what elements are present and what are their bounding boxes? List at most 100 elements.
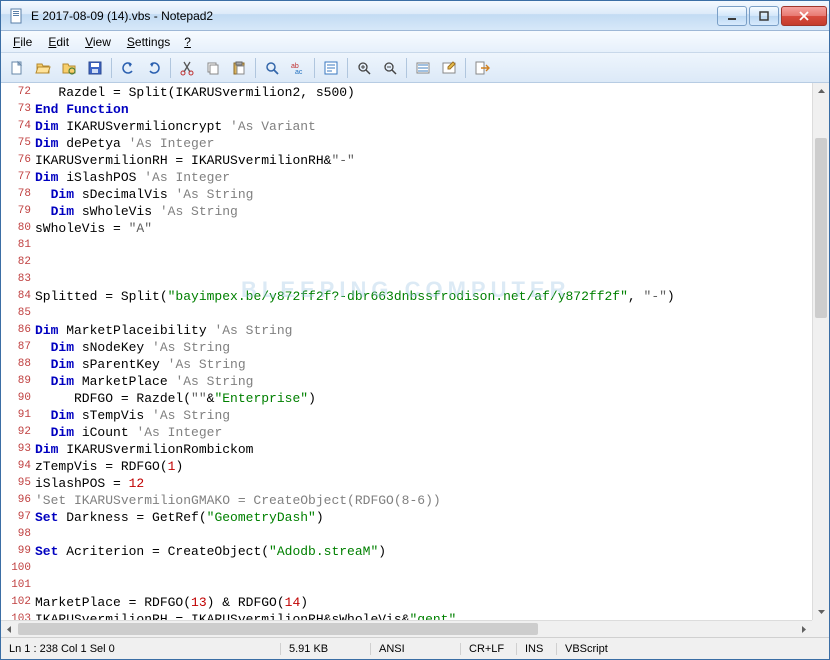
code-text[interactable]: Dim sParentKey 'As String [35, 356, 246, 373]
code-text[interactable]: End Function [35, 101, 129, 118]
zoom-out-icon[interactable] [378, 56, 402, 80]
scroll-down-icon[interactable] [813, 603, 829, 620]
code-line[interactable]: 101 [1, 577, 812, 594]
exit-icon[interactable] [470, 56, 494, 80]
code-text[interactable]: Dim IKARUSvermilionRombickom [35, 441, 253, 458]
redo-icon[interactable] [142, 56, 166, 80]
save-icon[interactable] [83, 56, 107, 80]
code-line[interactable]: 86Dim MarketPlaceibility 'As String [1, 322, 812, 339]
code-line[interactable]: 80sWholeVis = "A" [1, 220, 812, 237]
code-text[interactable]: Set Darkness = GetRef("GeometryDash") [35, 509, 324, 526]
code-line[interactable]: 99Set Acriterion = CreateObject("Adodb.s… [1, 543, 812, 560]
code-line[interactable]: 97Set Darkness = GetRef("GeometryDash") [1, 509, 812, 526]
status-ins[interactable]: INS [517, 643, 557, 655]
line-number: 91 [1, 407, 35, 424]
code-text[interactable]: Dim iSlashPOS 'As Integer [35, 169, 230, 186]
scroll-up-icon[interactable] [813, 83, 829, 100]
scroll-left-icon[interactable] [1, 621, 18, 637]
menu-file[interactable]: File [5, 33, 40, 51]
horizontal-scrollbar[interactable] [1, 620, 812, 637]
code-line[interactable]: 95iSlashPOS = 12 [1, 475, 812, 492]
minimize-button[interactable] [717, 6, 747, 26]
scroll-thumb-horizontal[interactable] [18, 623, 538, 635]
code-line[interactable]: 73End Function [1, 101, 812, 118]
customize-icon[interactable] [437, 56, 461, 80]
code-text[interactable]: Dim sWholeVis 'As String [35, 203, 238, 220]
code-text[interactable]: Dim sDecimalVis 'As String [35, 186, 253, 203]
code-line[interactable]: 81 [1, 237, 812, 254]
code-line[interactable]: 98 [1, 526, 812, 543]
line-number: 80 [1, 220, 35, 237]
code-text[interactable]: Dim IKARUSvermilioncrypt 'As Variant [35, 118, 316, 135]
paste-icon[interactable] [227, 56, 251, 80]
code-line[interactable]: 72 Razdel = Split(IKARUSvermilion2, s500… [1, 84, 812, 101]
code-line[interactable]: 82 [1, 254, 812, 271]
copy-icon[interactable] [201, 56, 225, 80]
code-line[interactable]: 76IKARUSvermilionRH = IKARUSvermilionRH&… [1, 152, 812, 169]
code-text[interactable]: iSlashPOS = 12 [35, 475, 144, 492]
code-text[interactable]: RDFGO = Razdel(""&"Enterprise") [35, 390, 316, 407]
code-line[interactable]: 79 Dim sWholeVis 'As String [1, 203, 812, 220]
code-text[interactable]: MarketPlace = RDFGO(13) & RDFGO(14) [35, 594, 308, 611]
code-line[interactable]: 87 Dim sNodeKey 'As String [1, 339, 812, 356]
code-line[interactable]: 92 Dim iCount 'As Integer [1, 424, 812, 441]
code-text[interactable]: Dim MarketPlaceibility 'As String [35, 322, 292, 339]
code-text[interactable]: Dim sNodeKey 'As String [35, 339, 230, 356]
menu-settings[interactable]: Settings [119, 33, 178, 51]
code-line[interactable]: 103IKARUSvermilionRH = IKARUSvermilionRH… [1, 611, 812, 620]
code-line[interactable]: 83 [1, 271, 812, 288]
find-icon[interactable] [260, 56, 284, 80]
browse-icon[interactable] [57, 56, 81, 80]
code-text[interactable]: Dim dePetya 'As Integer [35, 135, 214, 152]
code-line[interactable]: 74Dim IKARUSvermilioncrypt 'As Variant [1, 118, 812, 135]
code-text[interactable]: zTempVis = RDFGO(1) [35, 458, 183, 475]
close-button[interactable] [781, 6, 827, 26]
code-line[interactable]: 90 RDFGO = Razdel(""&"Enterprise") [1, 390, 812, 407]
code-line[interactable]: 77Dim iSlashPOS 'As Integer [1, 169, 812, 186]
titlebar[interactable]: E 2017-08-09 (14).vbs - Notepad2 [1, 1, 829, 31]
replace-icon[interactable]: abac [286, 56, 310, 80]
code-line[interactable]: 78 Dim sDecimalVis 'As String [1, 186, 812, 203]
code-line[interactable]: 94zTempVis = RDFGO(1) [1, 458, 812, 475]
scroll-right-icon[interactable] [795, 621, 812, 637]
svg-text:ac: ac [295, 69, 303, 76]
code-area[interactable]: BLEEPING COMPUTER 72 Razdel = Split(IKAR… [1, 83, 812, 620]
open-file-icon[interactable] [31, 56, 55, 80]
menu-view[interactable]: View [77, 33, 119, 51]
zoom-in-icon[interactable] [352, 56, 376, 80]
code-line[interactable]: 89 Dim MarketPlace 'As String [1, 373, 812, 390]
code-line[interactable]: 85 [1, 305, 812, 322]
cut-icon[interactable] [175, 56, 199, 80]
undo-icon[interactable] [116, 56, 140, 80]
code-line[interactable]: 88 Dim sParentKey 'As String [1, 356, 812, 373]
code-text[interactable]: IKARUSvermilionRH = IKARUSvermilionRH&"-… [35, 152, 355, 169]
toolbar-separator [314, 58, 315, 78]
code-text[interactable]: Dim MarketPlace 'As String [35, 373, 253, 390]
code-text[interactable]: Dim sTempVis 'As String [35, 407, 230, 424]
code-text[interactable]: IKARUSvermilionRH = IKARUSvermilionRH&sW… [35, 611, 456, 620]
menu-help[interactable]: ? [178, 33, 197, 51]
code-line[interactable]: 84Splitted = Split("bayimpex.be/y872ff2f… [1, 288, 812, 305]
status-encoding[interactable]: ANSI [371, 643, 461, 655]
code-line[interactable]: 96'Set IKARUSvermilionGMAKO = CreateObje… [1, 492, 812, 509]
word-wrap-icon[interactable] [319, 56, 343, 80]
code-line[interactable]: 100 [1, 560, 812, 577]
code-line[interactable]: 75Dim dePetya 'As Integer [1, 135, 812, 152]
code-text[interactable]: Razdel = Split(IKARUSvermilion2, s500) [35, 84, 355, 101]
code-line[interactable]: 91 Dim sTempVis 'As String [1, 407, 812, 424]
scroll-thumb-vertical[interactable] [815, 138, 827, 318]
code-text[interactable]: sWholeVis = "A" [35, 220, 152, 237]
status-lang[interactable]: VBScript [557, 643, 829, 655]
new-file-icon[interactable] [5, 56, 29, 80]
vertical-scrollbar[interactable] [812, 83, 829, 620]
menu-edit[interactable]: Edit [40, 33, 77, 51]
scheme-icon[interactable] [411, 56, 435, 80]
code-line[interactable]: 102MarketPlace = RDFGO(13) & RDFGO(14) [1, 594, 812, 611]
code-line[interactable]: 93Dim IKARUSvermilionRombickom [1, 441, 812, 458]
maximize-button[interactable] [749, 6, 779, 26]
code-text[interactable]: Set Acriterion = CreateObject("Adodb.str… [35, 543, 386, 560]
code-text[interactable]: 'Set IKARUSvermilionGMAKO = CreateObject… [35, 492, 441, 509]
status-eol[interactable]: CR+LF [461, 643, 517, 655]
code-text[interactable]: Splitted = Split("bayimpex.be/y872ff2f?-… [35, 288, 675, 305]
code-text[interactable]: Dim iCount 'As Integer [35, 424, 222, 441]
